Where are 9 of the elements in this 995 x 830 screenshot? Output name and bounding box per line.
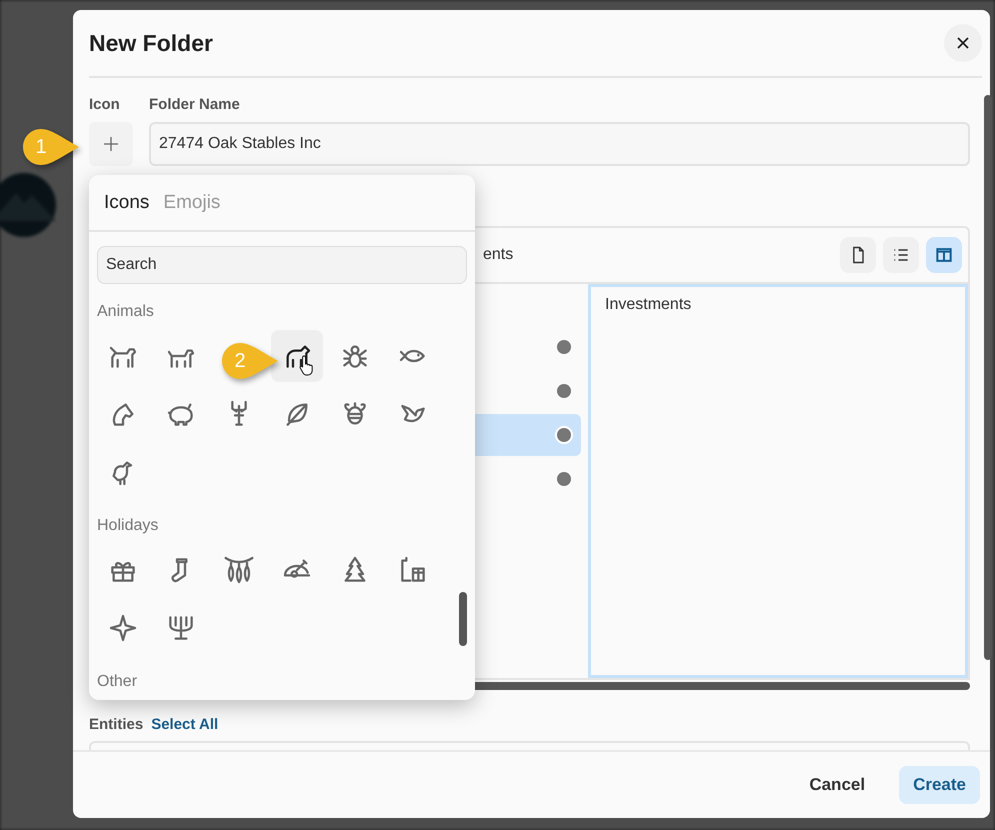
group-title: Other [97,672,138,692]
field-label: Entities [89,716,144,733]
preview-title: Investments [605,296,692,313]
field-label: Folder Name [149,96,240,113]
group-title: Holidays [97,516,160,536]
panel-title: ents [483,246,514,264]
group-title: Animals [97,302,155,322]
dialog-title: New Folder [89,30,213,56]
field-label: Icon [89,96,121,113]
